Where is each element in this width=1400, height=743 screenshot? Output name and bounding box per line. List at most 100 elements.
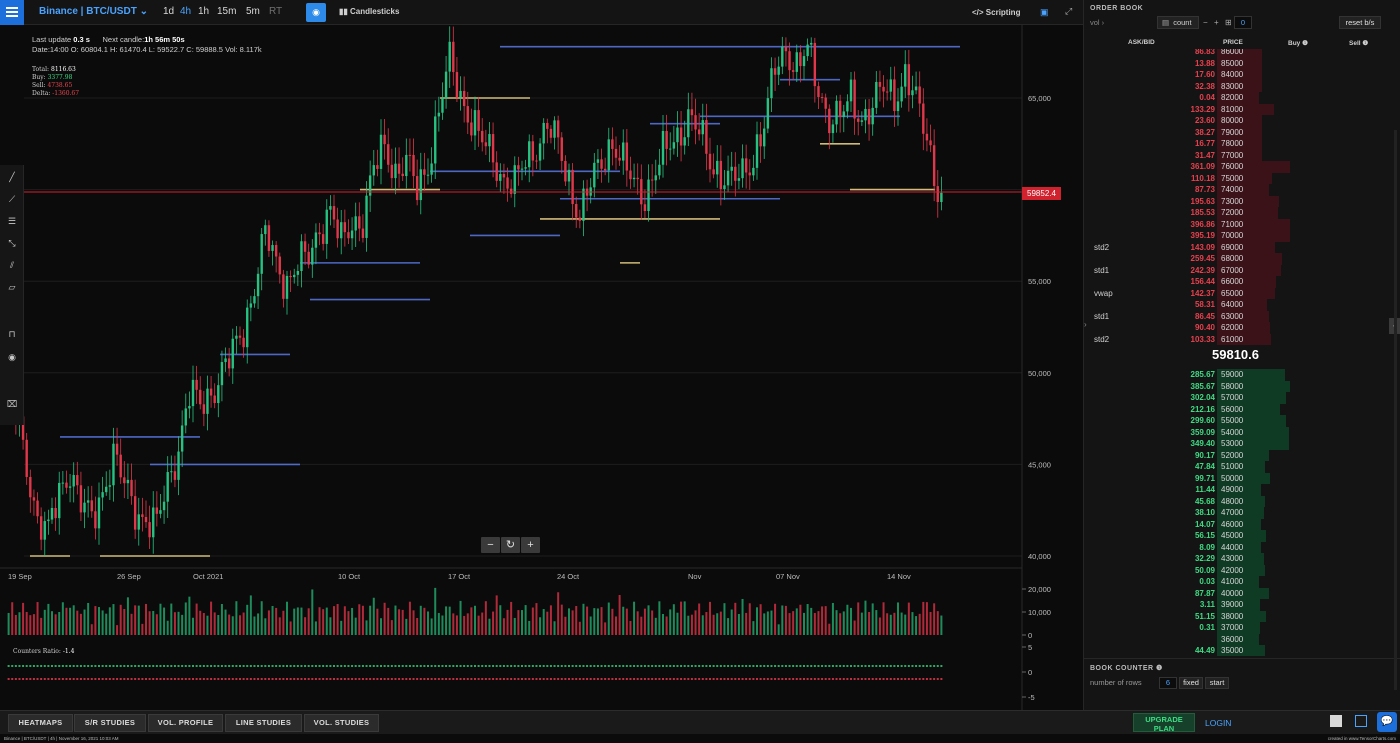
volume-bar [893,612,896,635]
candle-body [343,222,347,233]
candle-body [253,296,256,304]
bid-price: 58000 [1221,381,1244,391]
counter-dot-sell [72,678,75,680]
candle-body [857,118,860,122]
vol-select[interactable]: vol › [1090,18,1104,27]
visibility-icon[interactable]: ◉ [6,351,18,363]
counter-dot-sell [390,678,393,680]
timeframe-1d[interactable]: 1d [163,6,174,17]
counter-dot-sell [286,678,288,680]
camera-icon[interactable]: ▣ [1040,7,1049,18]
counter-dot-buy [333,665,335,667]
volume-bar [586,606,589,635]
dark-theme-icon[interactable] [1355,715,1367,727]
lock-icon[interactable]: ⊓ [6,328,18,340]
scripting-button[interactable]: </> Scripting [972,8,1020,17]
timeframe-rt[interactable]: RT [269,6,282,17]
count-toggle[interactable]: ▤ count [1157,16,1199,29]
symbol-selector[interactable]: Binance | BTC/USDT ⌄ [39,6,148,17]
counter-dot-sell [76,678,79,680]
candle-body [271,245,274,251]
volume-bar [593,608,596,635]
counter-dot-buy [752,665,755,667]
counter-dot-sell [130,678,133,680]
channel-icon[interactable]: ⫽ [6,259,18,271]
counter-dot-sell [416,678,419,680]
ray-icon[interactable]: ⟋ [6,193,18,205]
counter-dot-sell [589,678,592,680]
zoom-in-button[interactable]: + [521,537,540,553]
fib-icon[interactable]: ☰ [6,215,18,227]
counter-dot-buy [701,665,704,667]
volume-bar [658,601,661,635]
counter-dot-buy [134,665,137,667]
plus-icon[interactable]: + [1214,16,1219,29]
timeframe-4h[interactable]: 4h [180,6,191,17]
tab-vol-profile[interactable]: VOL. PROFILE [148,714,223,732]
ask-price: 76000 [1221,162,1244,171]
trash-icon[interactable]: ⌧ [6,398,18,410]
counter-dot-sell [850,678,852,680]
counter-dot-buy [607,665,610,667]
candle-body [152,507,155,538]
counter-dot-buy [763,665,766,667]
bid-volume: 51.15 [1194,611,1215,621]
ask-volume: 58.31 [1194,300,1215,309]
volume-bar [134,605,137,635]
order-book-scrollbar[interactable] [1394,130,1397,690]
tab-sr-studies[interactable]: S/R STUDIES [74,714,146,732]
volume-bar [235,601,238,635]
volume-bar [105,613,108,635]
bid-price: 45000 [1221,531,1244,540]
measure-icon[interactable]: ⤡ [6,237,18,249]
candle-body [452,41,455,73]
counter-dot-buy [376,665,379,667]
upgrade-plan-button[interactable]: UPGRADE PLAN [1133,713,1195,733]
timeframe-5m[interactable]: 5m [246,6,260,17]
time-axis-label: 26 Sep [117,572,141,581]
login-link[interactable]: LOGIN [1205,718,1231,728]
counter-dot-buy [441,665,444,667]
ask-volume: 0.04 [1199,93,1215,102]
expand-icon[interactable]: ⤢ [1065,6,1072,17]
zoom-out-button[interactable]: − [481,537,500,553]
menu-icon[interactable] [0,0,24,25]
counter-dot-buy [481,665,484,667]
grid-icon[interactable]: ⊞ [1225,16,1232,29]
ruler-icon[interactable]: ▱ [6,281,18,293]
counter-dot-buy [329,665,332,667]
studies-bar: HEATMAPS S/R STUDIES VOL. PROFILE LINE S… [0,710,1083,734]
light-theme-icon[interactable] [1330,715,1342,727]
zoom-reset-button[interactable]: ↻ [501,537,520,553]
minus-icon[interactable]: − [1203,16,1208,29]
reset-bs-button[interactable]: reset b/s [1339,16,1381,29]
timeframe-15m[interactable]: 15m [217,6,236,17]
count-input[interactable]: 0 [1234,16,1252,29]
volume-bar [340,620,343,635]
chart-canvas[interactable]: 65,000 55,000 50,000 45,000 40,000 20,000 10,0… [0,25,1083,710]
timeframe-1h[interactable]: 1h [198,6,209,17]
tab-heatmaps[interactable]: HEATMAPS [8,714,73,732]
counter-dot-buy [622,665,625,667]
bid-row: 14.07 46000 [1084,518,1400,530]
ask-price: 72000 [1221,208,1244,217]
candle-body [318,232,321,235]
fixed-button[interactable]: fixed [1179,677,1203,689]
counter-dot-sell [868,678,871,680]
candle-body [119,454,122,478]
counter-dot-buy [803,665,805,667]
ask-volume: 195.63 [1190,196,1215,206]
rows-input[interactable]: 6 [1159,677,1177,689]
chart-area[interactable]: 65,000 55,000 50,000 45,000 40,000 20,000 10,0… [0,25,1083,710]
collapse-left-icon[interactable]: › [1084,320,1092,334]
candle-body [459,90,462,98]
chat-icon[interactable]: 💬 [1377,712,1397,732]
start-button[interactable]: start [1205,677,1229,689]
tab-line-studies[interactable]: LINE STUDIES [225,714,302,732]
volume-bar [58,612,61,635]
eye-icon[interactable]: ◉ [306,3,326,22]
tab-vol-studies[interactable]: VOL. STUDIES [304,714,379,732]
trendline-icon[interactable]: ╱ [6,171,18,183]
candle-body [654,175,657,181]
chart-type-button[interactable]: ▮▮ Candlesticks [339,7,399,16]
